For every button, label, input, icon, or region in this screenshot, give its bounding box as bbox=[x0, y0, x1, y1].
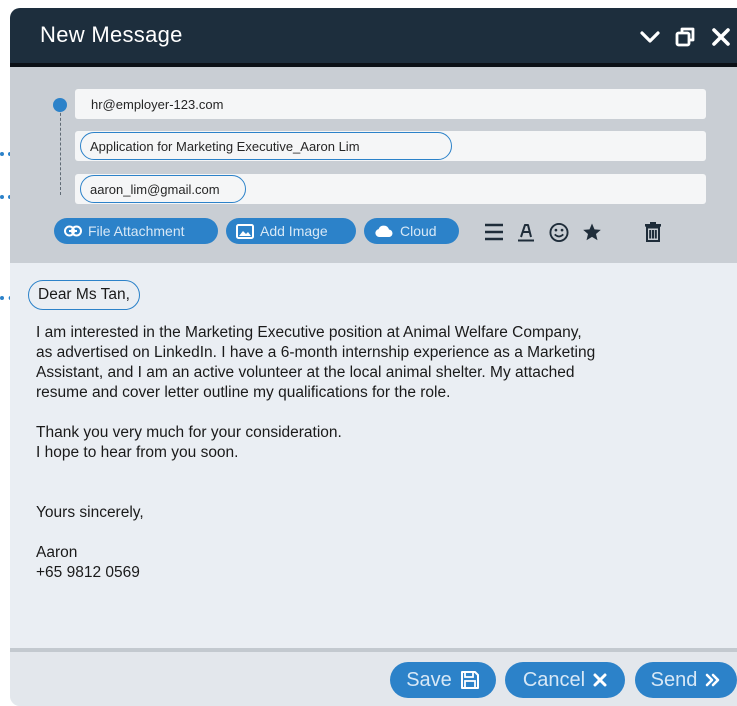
cancel-label: Cancel bbox=[522, 668, 586, 691]
file-attachment-button[interactable]: File Attachment bbox=[54, 218, 218, 244]
restore-window-icon[interactable] bbox=[674, 26, 696, 48]
close-icon[interactable] bbox=[710, 26, 732, 48]
salutation-highlight: Dear Ms Tan, bbox=[28, 280, 140, 310]
field-connector-line bbox=[60, 103, 61, 195]
body-line: resume and cover letter outline my quali… bbox=[36, 384, 451, 401]
add-image-button[interactable]: Add Image bbox=[226, 218, 356, 244]
cloud-button[interactable]: Cloud bbox=[364, 218, 459, 244]
closing-line: Yours sincerely, bbox=[36, 504, 144, 521]
compose-window: New Message hr@employer-123.com Applicat… bbox=[10, 8, 737, 706]
footer-bar: Save Cancel Send bbox=[10, 652, 737, 706]
text-format-icon[interactable] bbox=[516, 222, 536, 242]
cloud-icon bbox=[374, 225, 394, 238]
close-icon bbox=[593, 673, 607, 687]
image-icon bbox=[236, 223, 254, 239]
message-body[interactable]: Dear Ms Tan, I am interested in the Mark… bbox=[10, 263, 737, 648]
save-icon bbox=[460, 670, 480, 690]
window-title: New Message bbox=[40, 22, 183, 47]
add-image-label: Add Image bbox=[260, 223, 328, 239]
body-line: as advertised on LinkedIn. I have a 6-mo… bbox=[36, 344, 596, 361]
menu-icon[interactable] bbox=[484, 222, 504, 242]
star-icon[interactable] bbox=[582, 222, 602, 242]
to-field-value: hr@employer-123.com bbox=[91, 97, 224, 112]
save-label: Save bbox=[406, 668, 452, 691]
emoji-icon[interactable] bbox=[549, 222, 569, 242]
cloud-label: Cloud bbox=[400, 223, 437, 239]
save-button[interactable]: Save bbox=[390, 662, 496, 698]
link-icon bbox=[64, 225, 82, 237]
signature-name: Aaron bbox=[36, 544, 78, 561]
send-label: Send bbox=[650, 668, 698, 691]
chevron-down-icon[interactable] bbox=[639, 26, 661, 48]
file-attachment-label: File Attachment bbox=[88, 223, 185, 239]
trash-icon[interactable] bbox=[643, 222, 663, 242]
title-bar: New Message bbox=[10, 8, 737, 67]
to-field[interactable]: hr@employer-123.com bbox=[75, 89, 706, 119]
body-line: Assistant, and I am an active volunteer … bbox=[36, 364, 575, 381]
from-highlight[interactable]: aaron_lim@gmail.com bbox=[80, 175, 246, 203]
subject-highlight[interactable]: Application for Marketing Executive_Aaro… bbox=[80, 132, 452, 160]
body-line: I am interested in the Marketing Executi… bbox=[36, 324, 582, 341]
body-line: I hope to hear from you soon. bbox=[36, 444, 239, 461]
message-header: hr@employer-123.com Application for Mark… bbox=[10, 67, 737, 263]
from-field-value: aaron_lim@gmail.com bbox=[90, 182, 220, 197]
subject-field-value: Application for Marketing Executive_Aaro… bbox=[90, 139, 360, 154]
cancel-button[interactable]: Cancel bbox=[505, 662, 625, 698]
signature-phone: +65 9812 0569 bbox=[36, 564, 140, 581]
body-line: Thank you very much for your considerati… bbox=[36, 424, 342, 441]
double-chevron-right-icon bbox=[705, 673, 721, 687]
send-button[interactable]: Send bbox=[635, 662, 737, 698]
field-connector-dot bbox=[53, 98, 67, 112]
